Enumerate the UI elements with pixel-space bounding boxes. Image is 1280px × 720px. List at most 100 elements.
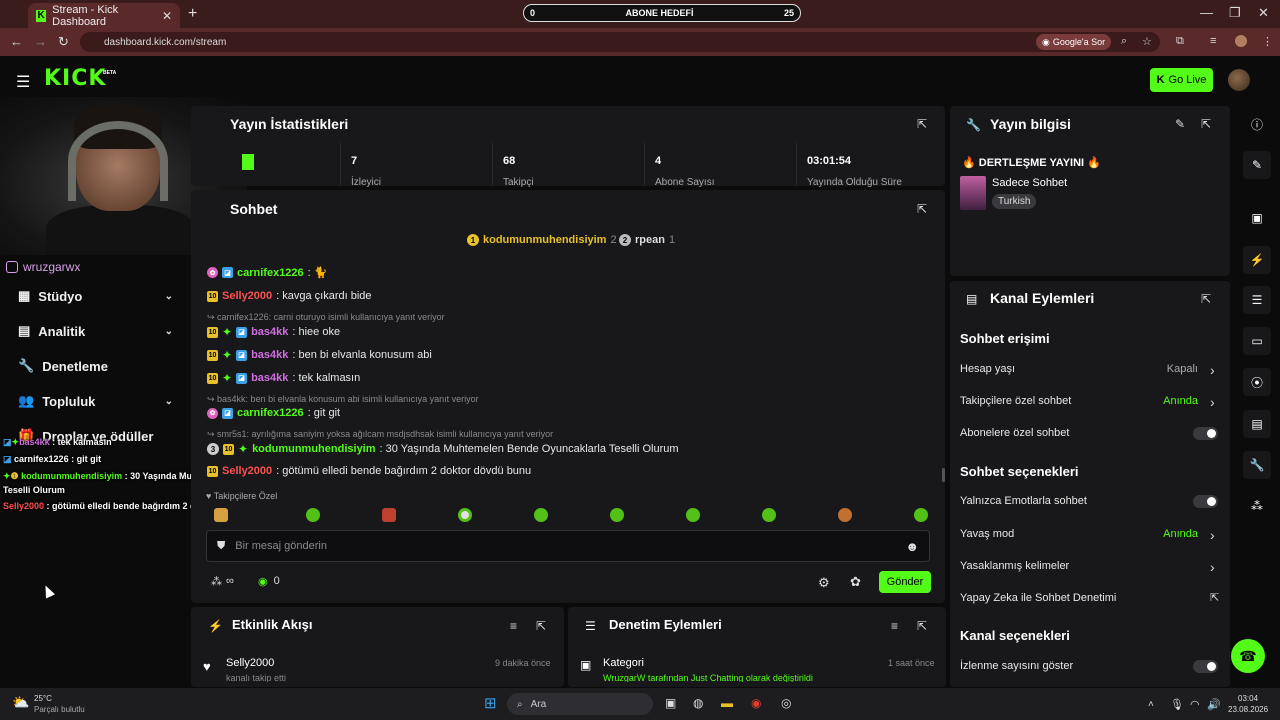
microphone-icon[interactable]: 🎙 [1170, 698, 1184, 711]
emote-icon[interactable] [306, 508, 320, 522]
chat-input[interactable]: ⛊ Bir mesaj gönderin ☻ [206, 530, 930, 562]
video-icon[interactable]: ▣ [1243, 204, 1271, 232]
sidebar-item-label: Topluluk [42, 393, 96, 409]
stack-icon[interactable]: ▤ [1243, 410, 1271, 438]
bookmark-star-icon[interactable]: ☆ [1142, 35, 1152, 48]
emote-icon[interactable] [762, 508, 776, 522]
chat-username[interactable]: bas4kk [251, 372, 288, 384]
close-tab-icon[interactable]: ✕ [162, 9, 172, 23]
broadcast-icon[interactable]: ⦿ [1243, 368, 1271, 396]
setting-value[interactable]: Anında [1163, 395, 1198, 407]
filter-icon[interactable]: ≡ [510, 619, 517, 633]
profile-avatar[interactable] [1235, 35, 1247, 47]
new-tab-icon[interactable]: + [188, 5, 197, 23]
chevron-right-icon[interactable]: › [1210, 527, 1215, 543]
sidebar-item-moderation[interactable]: 🔧 Denetleme [18, 358, 173, 374]
kicks-balance[interactable]: ◉ 0 [258, 575, 280, 588]
sidebar-item-studio[interactable]: ▦ Stüdyo ⌄ [18, 288, 173, 304]
toggle-switch[interactable] [1193, 427, 1218, 440]
info-icon[interactable]: ⓘ [1243, 110, 1271, 138]
media-icon[interactable]: ≡ [1210, 35, 1216, 47]
maximize-icon[interactable]: ❐ [1229, 5, 1241, 21]
app-icon[interactable]: ◍ [693, 696, 703, 710]
popout-icon[interactable]: ⇱ [1201, 117, 1211, 131]
popout-icon[interactable]: ⇱ [1201, 292, 1211, 306]
emoji-icon[interactable]: ☻ [905, 539, 919, 554]
go-live-button[interactable]: K Go Live [1150, 68, 1213, 92]
edit-pencil-icon[interactable]: ✎ [1175, 117, 1185, 131]
stat-label: Takipçi [503, 177, 534, 188]
sidebar-item-community[interactable]: 👥 Topluluk ⌄ [18, 393, 173, 409]
list-icon[interactable]: ☰ [1243, 286, 1271, 314]
file-explorer-icon[interactable]: ▬ [721, 696, 733, 710]
emote-icon[interactable] [214, 508, 228, 522]
popout-icon[interactable]: ⇱ [917, 619, 927, 633]
zoom-icon[interactable]: ⌕ [1121, 35, 1127, 48]
chat-username[interactable]: Selly2000 [222, 290, 272, 302]
kick-logo[interactable]: KICK [44, 66, 106, 91]
chat-scrollbar[interactable] [942, 468, 945, 482]
chat-username[interactable]: bas4kk [251, 326, 288, 338]
user-avatar[interactable] [1228, 69, 1250, 91]
hamburger-menu-icon[interactable]: ☰ [16, 72, 30, 92]
windows-start-icon[interactable]: ⊞ [484, 694, 497, 712]
send-button[interactable]: Gönder [879, 571, 931, 593]
chrome-icon[interactable]: ◉ [751, 696, 761, 710]
close-window-icon[interactable]: ✕ [1258, 5, 1269, 21]
channel-points[interactable]: ⁂ ∞ [211, 575, 234, 588]
address-bar[interactable]: dashboard.kick.com/stream [80, 32, 1160, 52]
emote-icon[interactable] [686, 508, 700, 522]
chevron-right-icon[interactable]: › [1210, 559, 1215, 575]
edit-pencil-icon[interactable]: ✎ [1243, 151, 1271, 179]
filter-icon[interactable]: ≡ [891, 619, 898, 633]
category-name[interactable]: Sadece Sohbet [992, 177, 1067, 189]
emote-icon[interactable] [914, 508, 928, 522]
points-icon[interactable]: ⁂ [1243, 492, 1271, 520]
popout-icon[interactable]: ⇱ [917, 202, 927, 216]
chat-bubble-icon[interactable]: ▭ [1243, 327, 1271, 355]
gear-icon[interactable]: ⚙ [818, 575, 830, 591]
chevron-right-icon[interactable]: › [1210, 362, 1215, 378]
extensions-icon[interactable]: ⧉ [1176, 35, 1184, 48]
popout-icon[interactable]: ⇱ [917, 117, 927, 131]
beta-label: BETA [103, 70, 117, 76]
task-view-icon[interactable]: ▣ [665, 696, 676, 710]
chat-badge-icon: ◪ [236, 326, 248, 338]
emote-icon[interactable] [458, 508, 472, 522]
volume-icon[interactable]: 🔊 [1207, 698, 1221, 711]
sidebar-item-analytics[interactable]: ▤ Analitik ⌄ [18, 323, 173, 339]
top-gifter-2[interactable]: 2 rpean 1 [619, 234, 675, 246]
external-link-icon[interactable]: ⇱ [1210, 591, 1219, 604]
reload-icon[interactable]: ↻ [58, 34, 69, 50]
setting-value[interactable]: Kapalı [1167, 363, 1198, 375]
back-icon[interactable]: ← [10, 34, 23, 49]
taskbar-search[interactable]: ⌕ Ara [507, 693, 653, 715]
minimize-icon[interactable]: — [1200, 5, 1213, 20]
wifi-icon[interactable]: ◠ [1190, 698, 1200, 711]
setting-value[interactable]: Anında [1163, 528, 1198, 540]
popout-icon[interactable]: ⇱ [536, 619, 546, 633]
chat-username[interactable]: bas4kk [251, 349, 288, 361]
forward-icon[interactable]: → [34, 34, 47, 49]
steam-icon[interactable]: ◎ [781, 696, 791, 710]
toggle-switch[interactable] [1193, 660, 1218, 673]
browser-tab[interactable]: K Stream - Kick Dashboard ✕ [28, 3, 180, 28]
chat-username[interactable]: carnifex1226 [237, 407, 304, 419]
toggle-switch[interactable] [1193, 495, 1218, 508]
emote-icon[interactable] [610, 508, 624, 522]
wrench-icon[interactable]: 🔧 [1243, 451, 1271, 479]
lightning-icon[interactable]: ⚡ [1243, 246, 1271, 274]
emote-icon[interactable] [534, 508, 548, 522]
emote-picker-icon[interactable]: ✿ [850, 574, 861, 590]
menu-dots-icon[interactable]: ⋮ [1262, 35, 1273, 48]
support-chat-icon[interactable]: ☎ [1231, 639, 1265, 673]
top-gifter-1[interactable]: 1 kodumunmuhendisiyim 2 [467, 234, 617, 246]
chat-username[interactable]: kodumunmuhendisiyim [252, 443, 375, 455]
emote-icon[interactable] [382, 508, 396, 522]
chat-username[interactable]: Selly2000 [222, 465, 272, 477]
chevron-right-icon[interactable]: › [1210, 394, 1215, 410]
google-ask-button[interactable]: ◉ Google'a Sor [1036, 34, 1112, 50]
tray-expand-icon[interactable]: ˄ [1148, 699, 1154, 710]
emote-icon[interactable] [838, 508, 852, 522]
chat-username[interactable]: carnifex1226 [237, 267, 304, 279]
